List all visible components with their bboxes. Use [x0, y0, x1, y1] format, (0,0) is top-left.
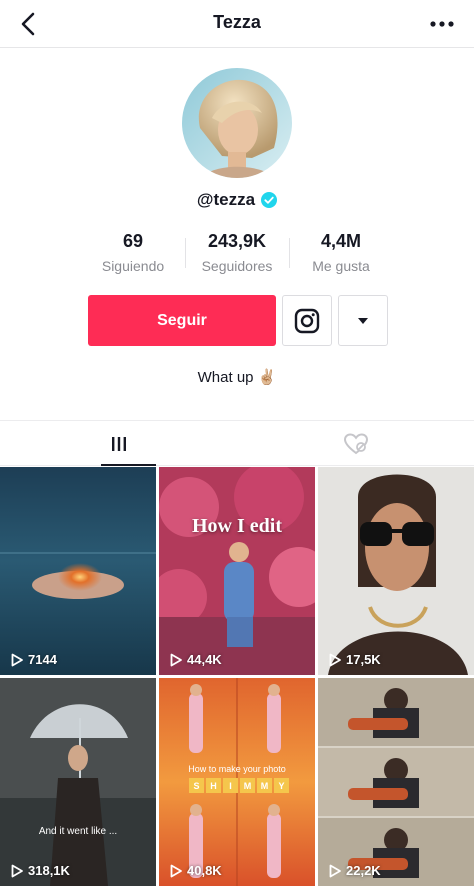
stat-following[interactable]: 69 Siguiendo [81, 230, 185, 274]
profile-stats: 69 Siguiendo 243,9K Seguidores 4,4M Me g… [0, 230, 474, 274]
video-grid: 7144 How I edit 44,4K 17,5K And it went … [0, 467, 474, 886]
play-icon [170, 864, 182, 877]
video-views: 7144 [10, 652, 57, 667]
video-thumbnail[interactable]: 7144 [0, 467, 156, 675]
stat-label: Me gusta [312, 258, 370, 274]
overlay-letter: M [257, 778, 272, 793]
tab-videos[interactable] [0, 421, 237, 466]
liked-hidden-icon [343, 432, 368, 454]
overlay-letter: Y [274, 778, 289, 793]
stat-value: 4,4M [320, 231, 362, 251]
video-views-count: 40,8K [187, 863, 222, 878]
caret-down-icon [358, 317, 368, 324]
more-options-button[interactable] [426, 10, 458, 38]
video-overlay-text: How I edit [192, 515, 282, 537]
video-views: 44,4K [169, 652, 222, 667]
ellipsis-icon [430, 21, 454, 27]
video-thumbnail[interactable]: 22,2K [318, 678, 474, 886]
overlay-letter: M [240, 778, 255, 793]
video-views-count: 22,2K [346, 863, 381, 878]
instagram-button[interactable] [282, 295, 332, 346]
instagram-icon [294, 308, 320, 333]
stat-followers[interactable]: 243,9K Seguidores [185, 230, 289, 274]
video-overlay-letters: S H I M M Y [189, 778, 289, 793]
active-tab-indicator [101, 464, 156, 466]
play-icon [11, 653, 23, 666]
video-overlay-text: How to make your photo [188, 764, 286, 774]
verified-badge-icon [261, 192, 278, 208]
stat-likes[interactable]: 4,4M Me gusta [289, 230, 393, 274]
video-views-count: 44,4K [187, 652, 222, 667]
video-views-count: 318,1K [28, 863, 70, 878]
stat-label: Seguidores [201, 258, 273, 274]
video-thumbnail[interactable]: 17,5K [318, 467, 474, 675]
play-icon [11, 864, 23, 877]
video-views: 318,1K [10, 863, 70, 878]
overlay-letter: I [223, 778, 238, 793]
overlay-letter: H [206, 778, 221, 793]
profile-actions: Seguir [88, 295, 388, 346]
stat-label: Siguiendo [101, 258, 165, 274]
tab-liked[interactable] [237, 421, 474, 466]
play-icon [329, 653, 341, 666]
play-icon [329, 864, 341, 877]
stat-value: 69 [122, 231, 144, 251]
stat-value: 243,9K [207, 231, 267, 251]
video-overlay-text: And it went like ... [38, 826, 118, 837]
avatar[interactable] [182, 68, 292, 178]
video-thumbnail[interactable]: And it went like ... 318,1K [0, 678, 156, 886]
more-actions-dropdown[interactable] [338, 295, 388, 346]
bio-text: What up ✌🏼 [197, 369, 277, 386]
video-views-count: 7144 [28, 652, 57, 667]
grid-icon [111, 436, 126, 451]
overlay-letter: S [189, 778, 204, 793]
page-title: Tezza [213, 12, 261, 32]
top-bar: Tezza [0, 0, 474, 48]
video-views: 40,8K [169, 863, 222, 878]
profile-tabs [0, 420, 474, 466]
username: @tezza [196, 190, 256, 209]
video-views: 22,2K [328, 863, 381, 878]
follow-button[interactable]: Seguir [88, 295, 276, 346]
video-thumbnail[interactable]: How to make your photo S H I M M Y 40,8K [159, 678, 315, 886]
video-views: 17,5K [328, 652, 381, 667]
play-icon [170, 653, 182, 666]
video-thumbnail[interactable]: How I edit 44,4K [159, 467, 315, 675]
username-row: @tezza [0, 190, 474, 210]
video-views-count: 17,5K [346, 652, 381, 667]
